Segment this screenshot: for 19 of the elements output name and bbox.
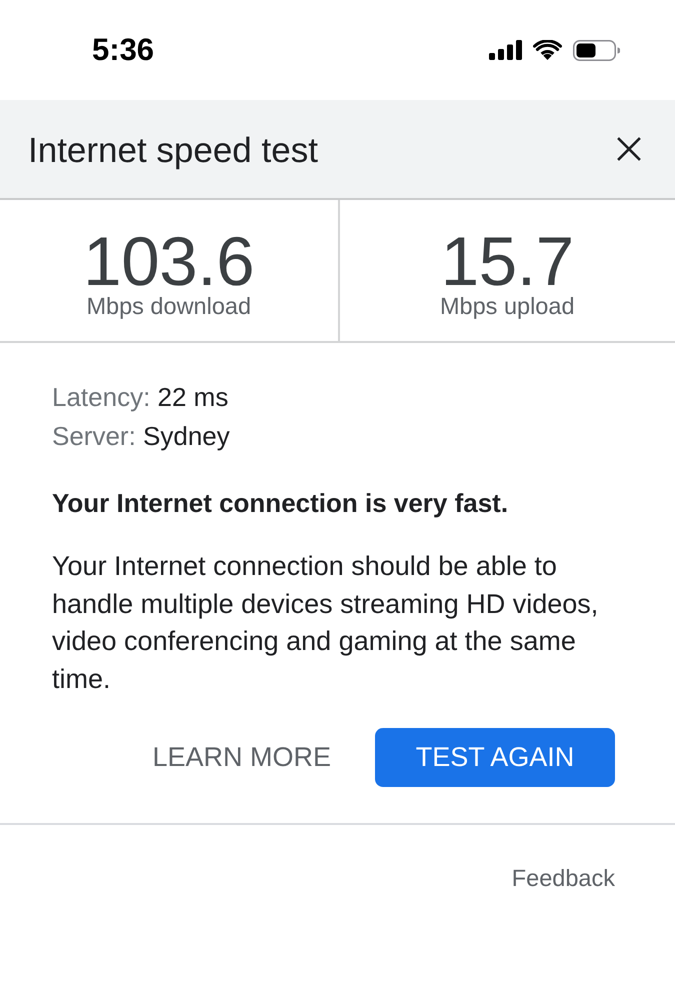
speed-unit: Mbps download	[86, 294, 252, 318]
detail-value: Sydney	[143, 421, 230, 451]
primary-button[interactable]: TEST AGAIN	[375, 728, 615, 787]
verdict-heading: Your Internet connection is very fast.	[52, 487, 510, 520]
feedback-link[interactable]: Feedback	[512, 866, 615, 890]
detail-value: 22 ms	[158, 382, 228, 412]
speed-value: 15.7	[440, 228, 574, 294]
description-text: Your Internet connection should be able to handle multiple devices streaming HD videos, video conferencing and gaming at the same time.	[52, 550, 600, 696]
wifi-icon	[533, 40, 562, 60]
detail-label: Server:	[52, 421, 136, 451]
status-time: 5:36	[92, 32, 156, 68]
close-icon[interactable]	[617, 137, 641, 161]
speed-unit: Mbps upload	[440, 294, 575, 318]
secondary-button[interactable]: LEARN MORE	[136, 728, 347, 787]
speed-value: 103.6	[83, 228, 254, 294]
detail-label: Latency:	[52, 382, 150, 412]
battery-icon	[573, 40, 620, 60]
signal-icon	[489, 40, 522, 60]
dialog-title: Internet speed test	[28, 130, 319, 171]
